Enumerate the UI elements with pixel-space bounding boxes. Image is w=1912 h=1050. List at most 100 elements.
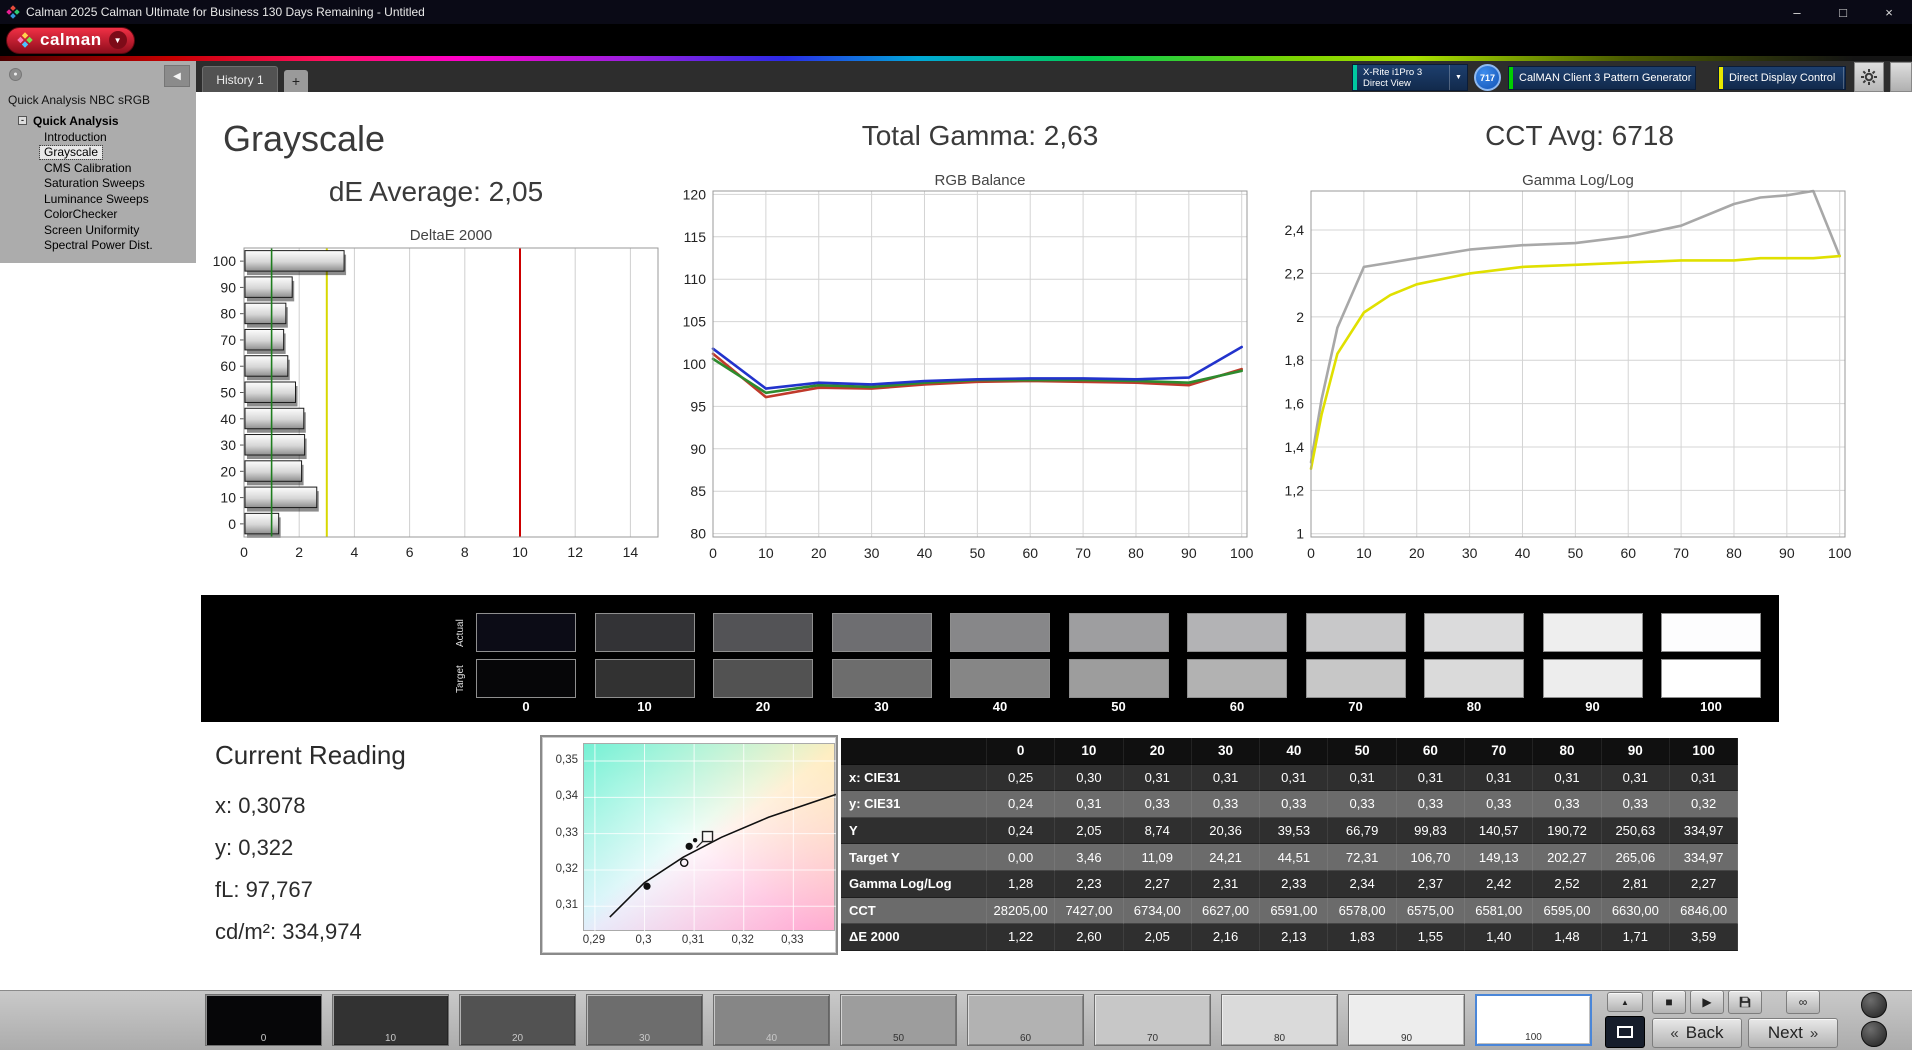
svg-text:8: 8 (461, 544, 469, 560)
sidebar-item-colorchecker[interactable]: ColorChecker (40, 208, 121, 221)
sidebar-item-luminance-sweeps[interactable]: Luminance Sweeps (40, 193, 153, 206)
display-control-dropdown-icon[interactable]: ▼ (1843, 67, 1846, 89)
table-col-header-40: 40 (1260, 738, 1328, 765)
workflow-tree: - Quick Analysis Introduction Grayscale CM… (0, 113, 196, 252)
display-control-status-stripe (1719, 67, 1723, 89)
stop-icon: ■ (1665, 995, 1672, 1009)
actual-swatch-100 (1661, 613, 1761, 652)
cie-diagram (584, 744, 836, 932)
svg-text:RGB Balance: RGB Balance (935, 172, 1026, 189)
cie-x-tick-0,31: 0,31 (673, 934, 713, 946)
cie-y-tick-0,34: 0,34 (542, 790, 578, 802)
pattern-window-button[interactable] (1605, 1016, 1645, 1048)
collapse-expander-icon[interactable]: - (18, 116, 27, 125)
target-swatch-100 (1661, 659, 1761, 698)
stop-button[interactable]: ■ (1652, 990, 1686, 1014)
sidebar-item-saturation-sweeps[interactable]: Saturation Sweeps (40, 177, 149, 190)
back-button[interactable]: « Back (1652, 1018, 1742, 1048)
read-meter-button[interactable] (1861, 992, 1887, 1018)
sidebar-item-spectral-power-dist-[interactable]: Spectral Power Dist. (40, 239, 157, 252)
table-value-cell: 3,59 (1670, 924, 1738, 951)
pattern-level-label-100: 100 (1477, 1032, 1590, 1043)
pin-icon[interactable]: ● (9, 68, 22, 81)
next-button[interactable]: Next » (1748, 1018, 1838, 1048)
settings-button[interactable] (1854, 62, 1884, 92)
sidebar-item-cms-calibration[interactable]: CMS Calibration (40, 162, 135, 175)
table-value-cell: 0,31 (1465, 765, 1533, 792)
sidebar-item-screen-uniformity[interactable]: Screen Uniformity (40, 224, 143, 237)
table-col-header-60: 60 (1397, 738, 1465, 765)
svg-text:60: 60 (220, 358, 236, 374)
meter-count-badge[interactable]: 717 (1474, 64, 1501, 91)
svg-text:110: 110 (684, 271, 707, 287)
save-button[interactable] (1728, 990, 1762, 1014)
svg-text:12: 12 (567, 544, 583, 560)
pattern-level-button-90[interactable]: 90 (1348, 994, 1465, 1046)
meter-dropdown-icon[interactable]: ▼ (1449, 65, 1467, 90)
display-control-button[interactable]: Direct Display Control ▼ (1718, 66, 1846, 90)
svg-text:2,2: 2,2 (1285, 265, 1305, 281)
target-swatch-40 (950, 659, 1050, 698)
swatch-level-label-80: 80 (1424, 699, 1524, 714)
workflow-root-node[interactable]: - Quick Analysis (18, 113, 196, 128)
maximize-button[interactable]: □ (1820, 0, 1866, 24)
meter-selector-button[interactable]: X-Rite i1Pro 3 Direct View ▼ (1352, 64, 1468, 91)
pattern-level-button-0[interactable]: 0 (205, 994, 322, 1046)
reading-y-value: y: 0,322 (215, 827, 406, 869)
pattern-level-button-80[interactable]: 80 (1221, 994, 1338, 1046)
minimize-button[interactable]: – (1774, 0, 1820, 24)
svg-text:14: 14 (623, 544, 639, 560)
table-value-cell: 0,33 (1260, 791, 1328, 818)
sidebar-item-grayscale[interactable]: Grayscale (40, 146, 102, 159)
table-col-header-30: 30 (1192, 738, 1260, 765)
target-swatch-20 (713, 659, 813, 698)
svg-text:50: 50 (1568, 545, 1584, 561)
table-value-cell: 2,34 (1328, 871, 1396, 898)
table-value-cell: 0,31 (1055, 791, 1123, 818)
pattern-level-button-100[interactable]: 100 (1475, 994, 1592, 1046)
pattern-level-button-70[interactable]: 70 (1094, 994, 1211, 1046)
svg-text:2: 2 (1296, 309, 1304, 325)
sidebar-item-introduction[interactable]: Introduction (40, 131, 111, 144)
table-value-cell: 2,81 (1602, 871, 1670, 898)
table-value-cell: 72,31 (1328, 844, 1396, 871)
pattern-level-button-10[interactable]: 10 (332, 994, 449, 1046)
table-value-cell: 6595,00 (1533, 898, 1601, 925)
cie-x-tick-0,32: 0,32 (723, 934, 763, 946)
table-value-cell: 2,16 (1192, 924, 1260, 951)
tab-history-1[interactable]: History 1 (202, 66, 278, 92)
pattern-generator-button[interactable]: CalMAN Client 3 Pattern Generator ▼ (1508, 66, 1696, 90)
play-button[interactable]: ▶ (1690, 990, 1724, 1014)
swatch-level-label-60: 60 (1187, 699, 1287, 714)
svg-text:100: 100 (683, 356, 707, 372)
pattern-level-label-80: 80 (1222, 1033, 1337, 1044)
add-tab-button[interactable]: + (284, 70, 308, 92)
pattern-level-button-50[interactable]: 50 (840, 994, 957, 1046)
svg-text:1,8: 1,8 (1285, 352, 1305, 368)
table-row-label: ΔE 2000 (841, 924, 987, 951)
calman-brand-text: calman (40, 30, 102, 50)
calman-menu-button[interactable]: calman ▼ (6, 27, 135, 54)
table-value-cell: 0,24 (987, 818, 1055, 845)
pattern-bar-up-button[interactable]: ▲ (1607, 992, 1643, 1012)
pattern-level-button-60[interactable]: 60 (967, 994, 1084, 1046)
table-value-cell: 6734,00 (1124, 898, 1192, 925)
close-button[interactable]: × (1866, 0, 1912, 24)
table-value-cell: 0,30 (1055, 765, 1123, 792)
sidebar-collapse-button[interactable]: ◀ (164, 65, 190, 87)
pattern-level-button-30[interactable]: 30 (586, 994, 703, 1046)
svg-text:0: 0 (709, 545, 717, 561)
continuous-read-button[interactable]: ∞ (1786, 990, 1820, 1014)
cie-y-tick-0,33: 0,33 (542, 827, 578, 839)
svg-text:1,6: 1,6 (1285, 396, 1305, 412)
secondary-round-button[interactable] (1861, 1021, 1887, 1047)
window-controls: – □ × (1774, 0, 1912, 24)
svg-text:40: 40 (1515, 545, 1531, 561)
target-swatch-90 (1543, 659, 1643, 698)
pattern-level-button-20[interactable]: 20 (459, 994, 576, 1046)
table-col-header-80: 80 (1533, 738, 1601, 765)
workflow-sidebar: ● ◀ Quick Analysis NBC sRGB - Quick Anal… (0, 61, 196, 263)
pattern-level-button-40[interactable]: 40 (713, 994, 830, 1046)
toolbar-overflow-button[interactable] (1890, 62, 1912, 92)
svg-text:1,4: 1,4 (1285, 439, 1305, 455)
